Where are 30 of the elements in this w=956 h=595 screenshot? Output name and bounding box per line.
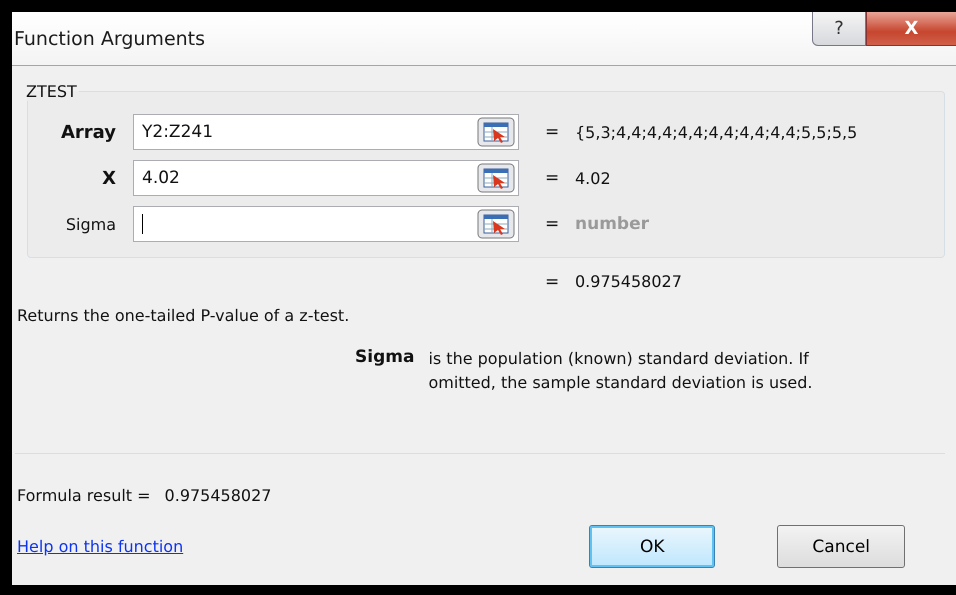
function-result: 0.975458027 [575,272,682,292]
formula-result-label: Formula result = [17,486,151,505]
argument-label: Sigma [64,214,116,234]
argument-label: Array [60,122,116,142]
window-title: Function Arguments [14,28,206,50]
equals-sign: = [545,214,560,234]
argument-result: {5,3;4,4;4,4;4,4;4,4;4,4;4,4;5,5;5,5 [575,122,858,142]
help-button[interactable]: ? [812,12,866,46]
function-description: Returns the one-tailed P-value of a z-test. [17,306,350,325]
argument-result: number [575,214,650,234]
equals-sign: = [545,168,560,188]
equals-sign: = [545,272,560,292]
help-link[interactable]: Help on this function [17,537,184,556]
collapse-dialog-icon[interactable] [477,209,515,239]
cancel-button[interactable]: Cancel [777,525,906,568]
function-name: ZTEST [25,82,78,101]
argument-result: 4.02 [575,168,611,188]
formula-result-value: 0.975458027 [164,486,272,505]
argument-name: Sigma [355,347,414,369]
argument-description: is the population (known) standard deviation. If omitted, the sample standard deviation is used. [428,348,814,394]
argument-field[interactable]: Y2:Z241 [133,114,519,150]
argument-label: X [101,168,116,188]
text-cursor [142,214,143,234]
collapse-dialog-icon[interactable] [477,117,515,147]
equals-sign: = [545,122,560,142]
ok-button[interactable]: OK [589,525,716,568]
close-button[interactable]: X [866,12,956,46]
argument-field[interactable]: 4.02 [133,160,519,196]
collapse-dialog-icon[interactable] [477,163,515,193]
argument-field[interactable] [133,206,519,242]
